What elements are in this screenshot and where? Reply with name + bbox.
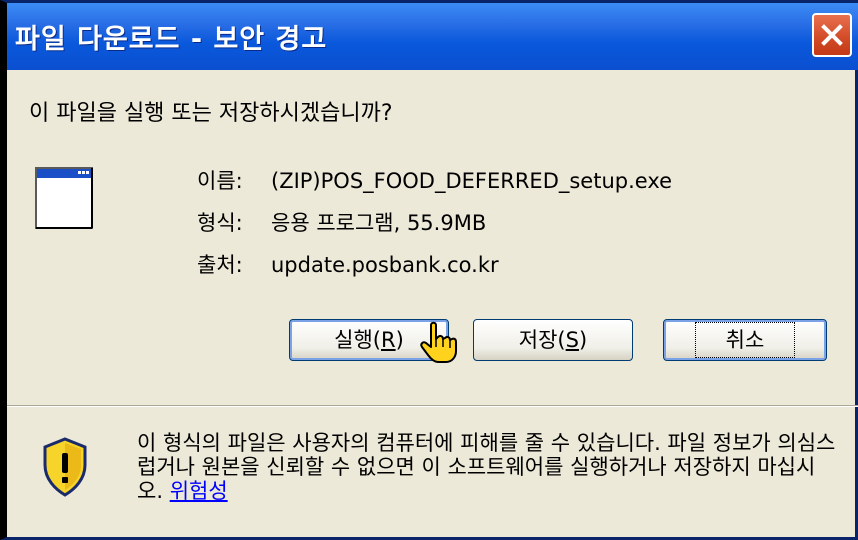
save-mnemonic: S (565, 328, 579, 352)
file-type-label: 형식: (197, 211, 243, 235)
save-button-text: 저장(S) (519, 320, 587, 360)
warning-message: 이 형식의 파일은 사용자의 컴퓨터에 피해를 줄 수 있습니다. 파일 정보가… (137, 431, 836, 503)
run-suffix: ) (395, 328, 404, 352)
risk-link[interactable]: 위험성 (170, 479, 228, 503)
file-type-row: 형식: 응용 프로그램, 55.9MB (197, 207, 486, 237)
file-source-row: 출처: update.posbank.co.kr (197, 249, 499, 279)
file-name-label: 이름: (197, 169, 243, 193)
separator (7, 405, 858, 407)
question-text: 이 파일을 실행 또는 저장하시겠습니까? (29, 101, 393, 126)
window-file-icon (35, 167, 93, 229)
download-dialog: 파일 다운로드 - 보안 경고 이 파일을 실행 또는 저장하시겠습니까? 이름… (0, 0, 858, 540)
file-name-value: (ZIP)POS_FOOD_DEFERRED_setup.exe (271, 169, 673, 193)
save-button[interactable]: 저장(S) (473, 319, 633, 361)
shield-warning-icon (43, 437, 87, 497)
file-name-row: 이름: (ZIP)POS_FOOD_DEFERRED_setup.exe (197, 165, 672, 195)
close-button[interactable] (812, 13, 852, 57)
run-mnemonic: R (381, 328, 396, 352)
cancel-button[interactable]: 취소 (663, 319, 827, 361)
file-source-value: update.posbank.co.kr (271, 253, 499, 277)
save-label: 저장( (518, 328, 566, 352)
cancel-label: 취소 (694, 322, 796, 358)
run-button-text: 실행(R) (334, 320, 404, 360)
file-source-label: 출처: (197, 253, 243, 277)
window-title: 파일 다운로드 - 보안 경고 (15, 24, 328, 55)
run-label: 실행( (334, 328, 382, 352)
file-type-value: 응용 프로그램, 55.9MB (271, 211, 487, 235)
warning-text: 이 형식의 파일은 사용자의 컴퓨터에 피해를 줄 수 있습니다. 파일 정보가… (137, 431, 837, 503)
hand-pointer-icon (420, 321, 457, 363)
save-suffix: ) (578, 328, 588, 352)
close-icon (821, 24, 843, 46)
title-bar[interactable]: 파일 다운로드 - 보안 경고 (7, 3, 858, 70)
